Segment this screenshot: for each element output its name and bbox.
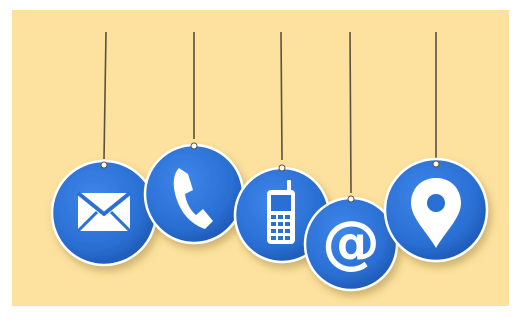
envelope-icon bbox=[76, 191, 132, 233]
tag-phone bbox=[143, 142, 245, 245]
string-mobile bbox=[280, 31, 283, 161]
background-panel: @ bbox=[12, 10, 509, 306]
string-at bbox=[349, 31, 352, 194]
at-sign-icon: @ bbox=[322, 208, 380, 276]
contact-tags-image: @ bbox=[0, 0, 516, 324]
